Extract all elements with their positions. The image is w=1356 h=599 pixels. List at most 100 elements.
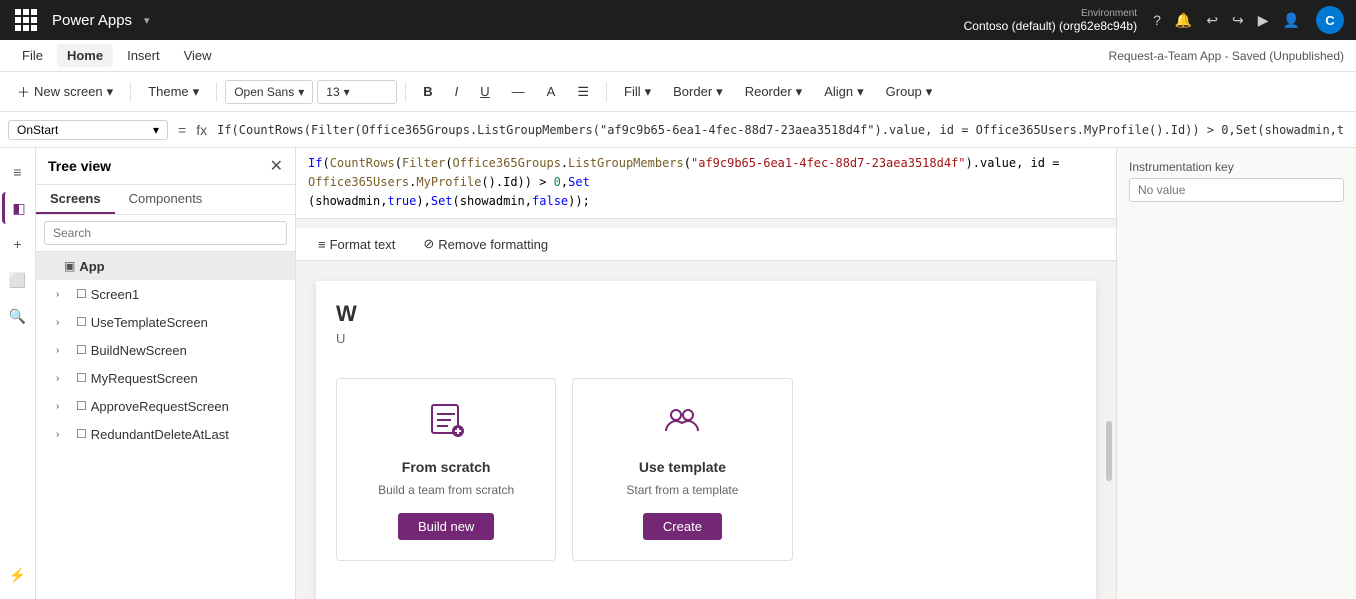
tree-item-usetemplate[interactable]: › ☐ UseTemplateScreen [36,308,295,336]
title-bar-actions: ? 🔔 ↩ ↪ ▶ 👤 [1153,12,1300,29]
bold-button[interactable]: B [414,79,441,104]
approve-chevron-icon: › [56,401,72,412]
align-items-button[interactable]: Align ▾ [815,79,872,105]
scratch-desc: Build a team from scratch [378,483,514,497]
template-title: Use template [639,459,726,475]
new-screen-icon: ＋ [17,82,30,101]
group-chevron: ▾ [926,84,933,100]
tab-screens[interactable]: Screens [36,185,115,214]
remove-formatting-button[interactable]: ⊘ Remove formatting [413,232,558,256]
equals-sign: = [174,122,190,138]
waffle-menu[interactable] [12,6,40,34]
search-icon-btn[interactable]: 🔍 [2,300,34,332]
tree-item-redundant[interactable]: › ☐ RedundantDeleteAtLast [36,420,295,448]
tree-header: Tree view ✕ [36,148,295,185]
canvas-area: If(CountRows(Filter(Office365Groups.List… [296,148,1116,599]
menu-file[interactable]: File [12,44,53,67]
redundant-icon: ☐ [76,427,87,441]
align-chevron: ▾ [857,84,864,100]
card-use-template[interactable]: Use template Start from a template Creat… [572,378,792,561]
screen1-icon: ☐ [76,287,87,301]
avatar[interactable]: C [1316,6,1344,34]
font-color-button[interactable]: A [538,79,565,104]
notifications-icon[interactable]: 🔔 [1175,12,1192,29]
app-label: App [79,259,268,274]
tree-panel: Tree view ✕ Screens Components ▣ App •••… [36,148,296,599]
size-chevron: ▾ [344,85,350,99]
theme-button[interactable]: Theme ▾ [139,79,208,105]
menu-insert[interactable]: Insert [117,44,170,67]
formula-input[interactable] [213,121,1348,139]
canvas-content: ≡ Format text ⊘ Remove formatting W U [296,228,1116,599]
usetemplate-chevron-icon: › [56,317,72,328]
tree-close-button[interactable]: ✕ [270,156,283,176]
new-screen-chevron: ▾ [107,84,114,100]
font-family-dropdown[interactable]: Open Sans ▾ [225,80,313,104]
menu-home[interactable]: Home [57,44,113,67]
tree-item-screen1[interactable]: › ☐ Screen1 [36,280,295,308]
user-icon[interactable]: 👤 [1283,12,1300,29]
app-icon: ▣ [64,259,75,273]
main-layout: ≡ ◧ + ⬜ 🔍 ⚡ Tree view ✕ Screens Componen… [0,148,1356,599]
tree-item-buildnew[interactable]: › ☐ BuildNewScreen [36,336,295,364]
reorder-button[interactable]: Reorder ▾ [736,79,812,105]
app-saved-status: Request-a-Team App - Saved (Unpublished) [1109,49,1344,63]
tree-search-container [36,215,295,252]
env-label: Environment [1081,8,1137,19]
menu-view[interactable]: View [174,44,222,67]
instrumentation-input[interactable] [1129,178,1344,202]
tree-item-approverequest[interactable]: › ☐ ApproveRequestScreen [36,392,295,420]
scrollbar[interactable] [1106,421,1112,481]
myrequest-label: MyRequestScreen [91,371,287,386]
formula-display: If(CountRows(Filter(Office365Groups.List… [296,148,1116,219]
tree-item-app[interactable]: ▣ App ••• [36,252,295,280]
build-new-button[interactable]: Build new [398,513,494,540]
approve-label: ApproveRequestScreen [91,399,287,414]
font-size-dropdown[interactable]: 13 ▾ [317,80,397,104]
property-chevron: ▾ [153,123,159,137]
add-icon-btn[interactable]: + [2,228,34,260]
sidebar-icons: ≡ ◧ + ⬜ 🔍 ⚡ [0,148,36,599]
create-button[interactable]: Create [643,513,722,540]
underline-button[interactable]: U [471,79,498,104]
scratch-icon [426,399,466,447]
screen1-chevron-icon: › [56,289,72,300]
group-button[interactable]: Group ▾ [877,79,942,105]
buildnew-label: BuildNewScreen [91,343,287,358]
help-icon[interactable]: ? [1153,12,1161,28]
tree-title: Tree view [48,158,270,174]
canvas-heading: W [316,281,1096,331]
theme-chevron: ▾ [193,84,200,100]
myrequest-icon: ☐ [76,371,87,385]
usetemplate-label: UseTemplateScreen [91,315,287,330]
app-canvas: W U [316,281,1096,599]
strikethrough-button[interactable]: — [503,79,534,104]
media-icon-btn[interactable]: ⬜ [2,264,34,296]
card-from-scratch[interactable]: From scratch Build a team from scratch B… [336,378,556,561]
new-screen-button[interactable]: ＋ New screen ▾ [8,77,122,106]
data-icon-btn[interactable]: ◧ [2,192,34,224]
myrequest-chevron-icon: › [56,373,72,384]
format-text-button[interactable]: ≡ Format text [308,233,405,256]
menu-bar: File Home Insert View Request-a-Team App… [0,40,1356,72]
toolbar-sep-3 [405,82,406,102]
app-chevron[interactable]: ▾ [144,14,150,27]
redo-icon[interactable]: ↪ [1232,12,1244,29]
italic-button[interactable]: I [446,79,468,104]
undo-icon[interactable]: ↩ [1206,12,1218,29]
toolbar-sep-4 [606,82,607,102]
redundant-label: RedundantDeleteAtLast [91,427,287,442]
tree-view-icon-btn[interactable]: ≡ [2,156,34,188]
toolbar-sep-1 [130,82,131,102]
tab-components[interactable]: Components [115,185,217,214]
canvas-empty-area [809,378,1076,561]
formula-bar: OnStart ▾ = fx [0,112,1356,148]
align-button[interactable]: ☰ [568,79,598,105]
property-selector[interactable]: OnStart ▾ [8,120,168,140]
tree-item-myrequest[interactable]: › ☐ MyRequestScreen [36,364,295,392]
border-button[interactable]: Border ▾ [664,79,732,105]
play-icon[interactable]: ▶ [1258,12,1269,29]
fill-button[interactable]: Fill ▾ [615,79,660,105]
tree-search-input[interactable] [44,221,287,245]
power-icon-btn[interactable]: ⚡ [2,559,34,591]
